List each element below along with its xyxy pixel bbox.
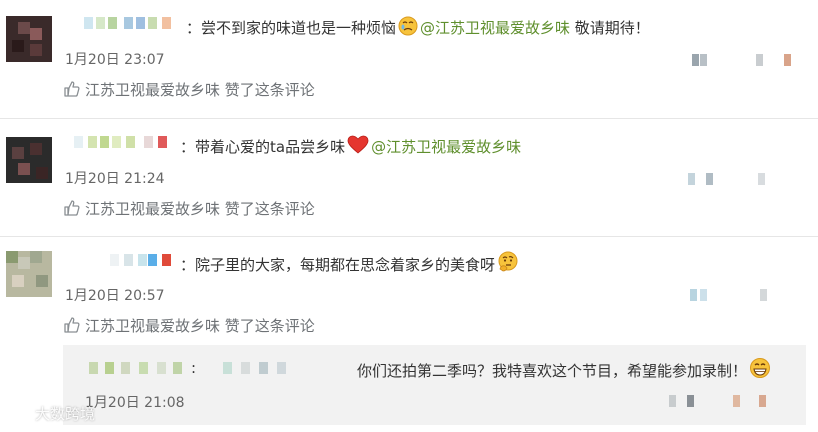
comment-timestamp: 1月20日 20:57 [65, 288, 165, 304]
comment-actions[interactable] [692, 52, 802, 70]
comment-suffix: 敬请期待！ [570, 19, 650, 37]
comment-item: ：带着心爱的ta品尝乡味 @江苏卫视最爱故乡味 1月20日 21:24 江苏卫视最… [0, 119, 818, 237]
comment-body: ：尝不到家的味道也是一种烦恼 [186, 19, 397, 37]
comment-timestamp: 1月20日 21:24 [65, 171, 165, 187]
username[interactable] [64, 14, 180, 32]
reply-box: : 你们还拍第二季吗？我特喜欢这个节目，希望能参加录制！ 1月20日 21:08 [63, 345, 806, 425]
thumbs-up-icon [63, 80, 81, 102]
comment-text: ：尝不到家的味道也是一种烦恼 @江苏卫视最爱故乡味 敬请期待！ [186, 16, 650, 42]
mention-link[interactable]: @江苏卫视最爱故乡味 [371, 138, 521, 156]
liked-by-row[interactable]: 江苏卫视最爱故乡味 赞了这条评论 [63, 198, 315, 221]
liked-by-text: 江苏卫视最爱故乡味 赞了这条评论 [85, 81, 315, 99]
username[interactable] [64, 251, 180, 269]
reply-actions[interactable] [669, 393, 779, 411]
comment-body: ：带着心爱的ta品尝乡味 [180, 138, 346, 156]
liked-by-text: 江苏卫视最爱故乡味 赞了这条评论 [85, 200, 315, 218]
avatar[interactable] [6, 16, 52, 62]
comment-item: ：尝不到家的味道也是一种烦恼 @江苏卫视最爱故乡味 敬请期待！ 1月20日 23:… [0, 0, 818, 119]
comment-actions[interactable] [690, 287, 802, 305]
comment-text: ：院子里的大家，每期都在思念着家乡的美食呀 [180, 251, 521, 279]
comment-body: ：院子里的大家，每期都在思念着家乡的美食呀 [180, 256, 496, 274]
liked-by-text: 江苏卫视最爱故乡味 赞了这条评论 [85, 317, 315, 335]
reply-body: 你们还拍第二季吗？我特喜欢这个节目，希望能参加录制！ [357, 362, 748, 380]
reply-username[interactable] [83, 359, 293, 377]
grinning-face-icon [749, 357, 771, 385]
comment-actions[interactable] [688, 171, 800, 189]
comment-item: ：院子里的大家，每期都在思念着家乡的美食呀 1月20日 20:57 江苏卫视最爱… [0, 237, 818, 432]
liked-by-row[interactable]: 江苏卫视最爱故乡味 赞了这条评论 [63, 79, 315, 102]
comment-timestamp: 1月20日 23:07 [65, 52, 165, 68]
avatar[interactable] [6, 251, 52, 297]
reply-colon: : [191, 359, 197, 377]
watermark: 大数跨境 [5, 403, 95, 426]
thumbs-up-icon [63, 316, 81, 338]
brand-logo-icon [5, 404, 31, 426]
reply-text: 你们还拍第二季吗？我特喜欢这个节目，希望能参加录制！ [357, 357, 773, 385]
thinking-face-icon [497, 251, 519, 279]
watermark-text: 大数跨境 [35, 405, 96, 423]
reply-timestamp: 1月20日 21:08 [85, 395, 185, 411]
crying-face-icon [398, 16, 418, 42]
username[interactable] [64, 133, 176, 151]
comment-text: ：带着心爱的ta品尝乡味 @江苏卫视最爱故乡味 [180, 135, 521, 161]
liked-by-row[interactable]: 江苏卫视最爱故乡味 赞了这条评论 [63, 315, 315, 338]
avatar[interactable] [6, 137, 52, 183]
red-heart-icon [347, 135, 369, 161]
thumbs-up-icon [63, 199, 81, 221]
mention-link[interactable]: @江苏卫视最爱故乡味 [420, 19, 570, 37]
